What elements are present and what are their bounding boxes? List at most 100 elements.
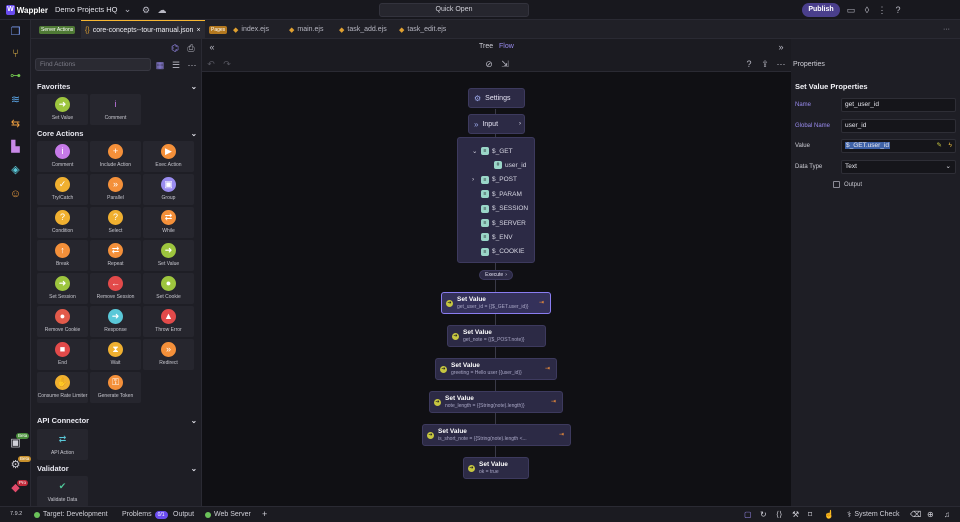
layers-icon[interactable]: ◈ xyxy=(7,162,24,179)
assets-icon[interactable]: ▙ xyxy=(7,139,24,156)
tab-core-concepts[interactable]: {} core-concepts--tour-manual.json × xyxy=(81,20,205,39)
actions-toolbox-icon[interactable]: ⌬ xyxy=(169,42,181,54)
view-tree-tab[interactable]: Tree xyxy=(479,43,493,50)
input-row[interactable]: › ≡ $_POST xyxy=(458,173,535,187)
input-row[interactable]: ≡ $_ENV xyxy=(458,230,535,244)
disable-icon[interactable]: ⊘ xyxy=(483,58,495,70)
action-tile-set-value[interactable]: ➜ Set Value xyxy=(143,240,194,271)
set-value-step[interactable]: ➜ Set Value get_note = {{$_POST.note}} xyxy=(447,325,546,347)
collapse-left-icon[interactable]: « xyxy=(206,41,218,53)
tab-task-add[interactable]: ◆ task_add.ejs xyxy=(335,20,391,39)
action-tile-redirect[interactable]: » Redirect xyxy=(143,339,194,370)
input-row[interactable]: ≡ $_PARAM xyxy=(458,187,535,201)
database-icon[interactable]: ≋ xyxy=(7,92,24,109)
globe-icon[interactable]: ⊕ xyxy=(927,507,934,522)
help-circle-icon[interactable]: ? xyxy=(743,58,755,70)
input-row[interactable]: ≡ $_SERVER xyxy=(458,216,535,230)
problems-button[interactable]: Problems 0/1 xyxy=(122,507,168,522)
tag-icon[interactable]: ⌑ xyxy=(808,507,812,522)
action-tile-remove-session[interactable]: ← Remove Session xyxy=(90,273,141,304)
tab-index[interactable]: ◆ index.ejs xyxy=(229,20,273,39)
more-icon[interactable]: ⋯ xyxy=(775,58,787,70)
action-tile-validate-data[interactable]: ✔ Validate Data xyxy=(37,476,88,506)
action-tile-while[interactable]: ⇄ While xyxy=(143,207,194,238)
section-core-actions[interactable]: Core Actions ⌄ xyxy=(37,129,197,138)
lightning-icon[interactable]: ϟ xyxy=(949,140,952,152)
target-selector[interactable]: Target: Development xyxy=(34,507,108,522)
quick-open-button[interactable]: Quick Open xyxy=(379,3,529,17)
bell-icon[interactable]: ♫ xyxy=(944,507,950,522)
action-tile-exec-action[interactable]: ▶ Exec Action xyxy=(143,141,194,172)
close-icon[interactable]: × xyxy=(196,27,200,34)
dynamic-data-icon[interactable]: ✎ xyxy=(937,140,942,152)
action-tile-set-session[interactable]: ➜ Set Session xyxy=(37,273,88,304)
output-checkbox[interactable] xyxy=(833,181,840,188)
action-tile-generate-token[interactable]: ⚿ Generate Token xyxy=(90,372,141,403)
redo-icon[interactable]: ↷ xyxy=(221,58,233,70)
execute-button[interactable]: Execute › xyxy=(479,270,513,280)
view-flow-tab[interactable]: Flow xyxy=(499,43,514,50)
more-tabs-button[interactable]: ··· xyxy=(939,20,954,39)
action-tile-set-value-fav[interactable]: ➜ Set Value xyxy=(37,94,88,125)
action-tile-remove-cookie[interactable]: ● Remove Cookie xyxy=(37,306,88,337)
action-tile-comment-fav[interactable]: i Comment xyxy=(90,94,141,125)
share-icon[interactable]: ⇪ xyxy=(759,58,771,70)
print-icon[interactable]: ⎙ xyxy=(185,42,197,54)
more-icon[interactable]: ⋯ xyxy=(186,59,198,71)
data-type-select[interactable]: Text ⌄ xyxy=(841,160,956,174)
section-favorites[interactable]: Favorites ⌄ xyxy=(37,82,197,91)
action-tile-response[interactable]: ➜ Response xyxy=(90,306,141,337)
eraser-icon[interactable]: ⌫ xyxy=(910,507,921,522)
action-tile-select[interactable]: ? Select xyxy=(90,207,141,238)
routes-icon[interactable]: ⇆ xyxy=(7,116,24,133)
list-view-icon[interactable]: ☰ xyxy=(170,59,182,71)
action-tile-repeat[interactable]: ⇄ Repeat xyxy=(90,240,141,271)
help-icon[interactable]: ? xyxy=(892,4,904,16)
set-value-step[interactable]: ➜ Set Value is_short_note = {{String(note)… xyxy=(422,424,571,446)
grid-view-icon[interactable]: ▦ xyxy=(154,59,166,71)
action-tile-wait[interactable]: ⧗ Wait xyxy=(90,339,141,370)
input-row[interactable]: ⌄ ≡ $_GET xyxy=(458,144,535,158)
output-button[interactable]: Output xyxy=(173,507,194,522)
thumbs-icon[interactable]: ☝ xyxy=(824,507,834,522)
set-value-step[interactable]: ➜ Set Value ok = true xyxy=(463,457,529,479)
git-branch-icon[interactable]: ⑂ xyxy=(7,46,24,63)
workflow-icon[interactable]: ⊶ xyxy=(7,68,24,85)
input-node[interactable]: » Input › xyxy=(468,114,525,134)
export-icon[interactable]: ⇲ xyxy=(499,58,511,70)
tab-main[interactable]: ◆ main.ejs xyxy=(285,20,327,39)
set-value-step[interactable]: ➜ Set Value note_length = {{String(note).l… xyxy=(429,391,563,413)
system-check-button[interactable]: ⚕ System Check xyxy=(847,507,899,522)
settings-node[interactable]: ⚙ Settings xyxy=(468,88,525,108)
section-validator[interactable]: Validator ⌄ xyxy=(37,464,197,473)
input-row[interactable]: # user_id xyxy=(458,158,535,172)
action-tile-end[interactable]: ■ End xyxy=(37,339,88,370)
refresh-icon[interactable]: ↻ xyxy=(760,507,767,522)
input-row[interactable]: ≡ $_SESSION xyxy=(458,202,535,216)
value-field[interactable]: $_GET.user_id ✎ ϟ xyxy=(841,139,956,153)
cloud-icon[interactable]: ☁ xyxy=(156,4,168,16)
tools-icon[interactable]: ⚒ xyxy=(792,507,799,522)
robot-icon[interactable]: ☺ xyxy=(7,186,24,203)
frame-icon[interactable]: ▢ xyxy=(744,507,752,522)
flow-canvas[interactable]: « Tree Flow » ↶ ↷ ⊘ ⇲ ? ⇪ ⋯ ⚙ Settings »… xyxy=(202,39,791,506)
bracket-icon[interactable]: ⟨⟩ xyxy=(776,507,782,522)
set-value-step[interactable]: ➜ Set Value greeting = Hello user {{user_i… xyxy=(435,358,557,380)
web-server-button[interactable]: Web Server xyxy=(205,507,251,522)
action-tile-group[interactable]: ▣ Group xyxy=(143,174,194,205)
find-actions-input[interactable]: Find Actions xyxy=(35,58,151,71)
tab-task-edit[interactable]: ◆ task_edit.ejs xyxy=(395,20,450,39)
files-icon[interactable]: ❐ xyxy=(7,24,24,41)
project-selector[interactable]: Demo Projects HQ ⌄ xyxy=(55,3,135,17)
action-tile-api-action[interactable]: ⇄ API Action xyxy=(37,429,88,460)
section-api-connector[interactable]: API Connector ⌄ xyxy=(37,416,197,425)
publish-button[interactable]: Publish xyxy=(802,3,840,17)
gear-icon[interactable]: ⚙ xyxy=(140,4,152,16)
undo-icon[interactable]: ↶ xyxy=(205,58,217,70)
action-tile-set-cookie[interactable]: ● Set Cookie xyxy=(143,273,194,304)
action-tile-condition[interactable]: ? Condition xyxy=(37,207,88,238)
drop-icon[interactable]: ◊ xyxy=(861,4,873,16)
action-tile-comment[interactable]: i Comment xyxy=(37,141,88,172)
more-vertical-icon[interactable]: ⋮ xyxy=(876,4,888,16)
action-tile-throw-error[interactable]: ▲ Throw Error xyxy=(143,306,194,337)
